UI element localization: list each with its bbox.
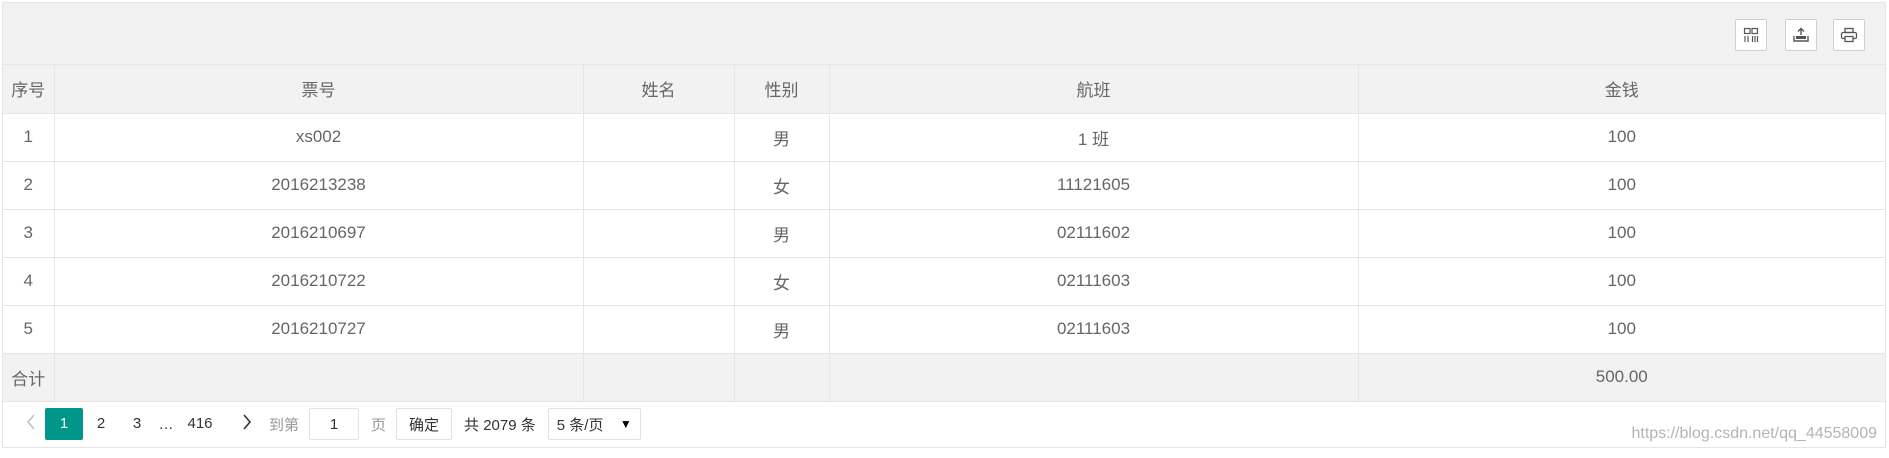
cell-index: 5: [3, 304, 55, 354]
page-last-button[interactable]: 416: [177, 408, 223, 440]
total-empty-cell: [733, 352, 830, 402]
header-name[interactable]: 姓名: [582, 65, 735, 114]
table-row[interactable]: 1 xs002 男 1 班 100: [3, 112, 1885, 162]
cell-name: [582, 304, 735, 354]
cell-index: 1: [3, 112, 55, 162]
cell-gender: 男: [733, 112, 830, 162]
cell-flight: 11121605: [828, 160, 1359, 210]
data-table-container: 序号 票号 姓名 性别 航班 金钱 1 xs002 男 1 班 100 2 20…: [2, 2, 1886, 448]
cell-flight: 02111603: [828, 304, 1359, 354]
header-gender[interactable]: 性别: [733, 65, 830, 114]
caret-down-icon: ▼: [619, 417, 632, 431]
cell-flight: 02111603: [828, 256, 1359, 306]
cell-ticket-no: xs002: [53, 112, 584, 162]
total-empty-cell: [582, 352, 735, 402]
chevron-right-icon: [242, 414, 252, 434]
cell-ticket-no: 2016210722: [53, 256, 584, 306]
cell-amount: 100: [1357, 256, 1885, 306]
table-row[interactable]: 4 2016210722 女 02111603 100: [3, 256, 1885, 306]
cell-gender: 男: [733, 304, 830, 354]
chevron-left-icon: [26, 414, 36, 434]
columns-filter-button[interactable]: [1735, 19, 1767, 51]
cell-name: [582, 112, 735, 162]
total-count: 共 2079 条: [464, 416, 536, 434]
total-label: 合计: [3, 352, 55, 402]
goto-label: 到第: [269, 416, 300, 434]
page-ellipsis: …: [158, 415, 174, 433]
cell-name: [582, 256, 735, 306]
header-flight[interactable]: 航班: [828, 65, 1359, 114]
cell-ticket-no: 2016210697: [53, 208, 584, 258]
page-size-select[interactable]: 5 条/页 ▼: [547, 408, 641, 440]
cell-ticket-no: 2016210727: [53, 304, 584, 354]
table-row[interactable]: 5 2016210727 男 02111603 100: [3, 304, 1885, 354]
cell-name: [582, 160, 735, 210]
export-button[interactable]: [1785, 19, 1817, 51]
page-3-button[interactable]: 3: [119, 408, 155, 440]
cell-amount: 100: [1357, 160, 1885, 210]
page-1-button[interactable]: 1: [45, 408, 83, 440]
cell-amount: 100: [1357, 208, 1885, 258]
ticket-table: 序号 票号 姓名 性别 航班 金钱 1 xs002 男 1 班 100 2 20…: [3, 65, 1885, 402]
page-2-button[interactable]: 2: [83, 408, 119, 440]
header-index[interactable]: 序号: [3, 65, 55, 114]
cell-index: 4: [3, 256, 55, 306]
cell-gender: 男: [733, 208, 830, 258]
table-total-row: 合计 500.00: [3, 352, 1885, 402]
goto-confirm-button[interactable]: 确定: [396, 408, 453, 440]
watermark: https://blog.csdn.net/qq_44558009: [1631, 425, 1877, 442]
cell-flight: 02111602: [828, 208, 1359, 258]
print-icon: [1840, 27, 1858, 43]
cell-index: 3: [3, 208, 55, 258]
next-page-button[interactable]: [233, 408, 261, 440]
prev-page-button[interactable]: [17, 408, 45, 440]
header-amount[interactable]: 金钱: [1357, 65, 1885, 114]
cell-flight: 1 班: [828, 112, 1359, 162]
header-ticket-no[interactable]: 票号: [53, 65, 584, 114]
page-size-value: 5 条/页: [556, 416, 604, 434]
total-empty-cell: [828, 352, 1359, 402]
total-amount: 500.00: [1357, 352, 1885, 402]
goto-page-input[interactable]: [309, 408, 360, 440]
cell-ticket-no: 2016213238: [53, 160, 584, 210]
cell-amount: 100: [1357, 112, 1885, 162]
table-row[interactable]: 3 2016210697 男 02111602 100: [3, 208, 1885, 258]
table-row[interactable]: 2 2016213238 女 11121605 100: [3, 160, 1885, 210]
table-header-row: 序号 票号 姓名 性别 航班 金钱: [3, 65, 1885, 114]
export-icon: [1792, 27, 1810, 43]
cell-amount: 100: [1357, 304, 1885, 354]
total-empty-cell: [53, 352, 584, 402]
print-button[interactable]: [1833, 19, 1865, 51]
pagination: 1 2 3 … 416 到第 页 确定 共 2079 条 5 条/页 ▼: [3, 401, 1885, 447]
table-toolbar: [3, 3, 1885, 65]
cell-gender: 女: [733, 256, 830, 306]
cell-index: 2: [3, 160, 55, 210]
cell-name: [582, 208, 735, 258]
page-unit-label: 页: [371, 416, 387, 434]
cell-gender: 女: [733, 160, 830, 210]
columns-filter-icon: [1743, 27, 1759, 43]
